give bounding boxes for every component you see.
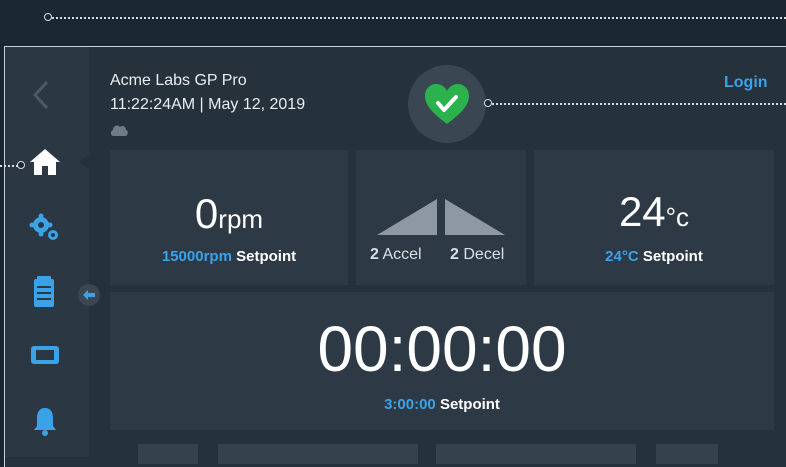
accel-ramp-icon	[376, 198, 438, 236]
timer-panel[interactable]: 00:00:00 3:00:00 Setpoint	[110, 292, 774, 430]
speed-readout: 0rpm	[110, 190, 348, 238]
speed-setpoint-value: 15000rpm	[161, 248, 232, 265]
device-name: Acme Labs GP Pro	[110, 72, 247, 89]
callout-dot-left	[17, 161, 25, 169]
speed-setpoint-label: Setpoint	[236, 248, 297, 265]
login-button[interactable]: Login	[724, 74, 768, 92]
datetime: 11:22:24AM | May 12, 2019	[110, 96, 306, 113]
timer-setpoint: 3:00:00 Setpoint	[110, 396, 774, 413]
gears-icon[interactable]	[28, 210, 62, 244]
timer-setpoint-value: 3:00:00	[384, 396, 436, 413]
callout-line-top	[52, 17, 786, 19]
decel-label: Decel	[463, 246, 505, 263]
callout-dot-top	[44, 13, 52, 21]
speed-unit: rpm	[218, 204, 264, 234]
home-icon[interactable]	[28, 145, 62, 179]
speed-value: 0	[194, 190, 219, 237]
callout-dot-right	[484, 99, 492, 107]
timer-setpoint-label: Setpoint	[439, 396, 500, 413]
decel-info: 2 Decel	[450, 246, 504, 264]
callout-line-right	[492, 103, 786, 105]
temperature-panel[interactable]: 24°c 24°C Setpoint	[534, 150, 774, 285]
bottom-control-4[interactable]	[656, 444, 718, 464]
ramp-panel[interactable]: 2 Accel 2 Decel	[356, 150, 526, 285]
chevron-left-icon[interactable]	[28, 78, 54, 112]
accel-value: 2	[370, 246, 379, 263]
callout-line-left	[0, 165, 18, 167]
bottom-control-1[interactable]	[138, 444, 198, 464]
temperature-readout: 24°c	[534, 188, 774, 236]
accel-label: Accel	[382, 246, 422, 263]
decel-value: 2	[450, 246, 459, 263]
temperature-setpoint-label: Setpoint	[642, 248, 703, 265]
decel-ramp-icon	[444, 198, 506, 236]
accel-info: 2 Accel	[370, 246, 422, 264]
timer-value: 00:00:00	[317, 313, 567, 385]
bottom-control-3[interactable]	[436, 444, 636, 464]
heart-check-icon	[424, 83, 470, 125]
arrow-left-icon[interactable]	[78, 284, 100, 306]
rotor-icon[interactable]	[28, 340, 62, 370]
temperature-value: 24	[618, 188, 666, 235]
speed-setpoint: 15000rpm Setpoint	[110, 248, 348, 265]
bottom-control-2[interactable]	[218, 444, 418, 464]
temperature-unit: °c	[665, 202, 690, 232]
clipboard-icon[interactable]	[30, 274, 58, 310]
speed-panel[interactable]: 0rpm 15000rpm Setpoint	[110, 150, 348, 285]
temperature-setpoint: 24°C Setpoint	[534, 248, 774, 265]
active-pointer	[78, 155, 90, 169]
status-indicator[interactable]	[408, 65, 486, 143]
temperature-setpoint-value: 24°C	[605, 248, 639, 265]
cloud-icon	[108, 122, 130, 138]
top-band	[0, 0, 786, 44]
bell-icon[interactable]	[30, 404, 60, 438]
